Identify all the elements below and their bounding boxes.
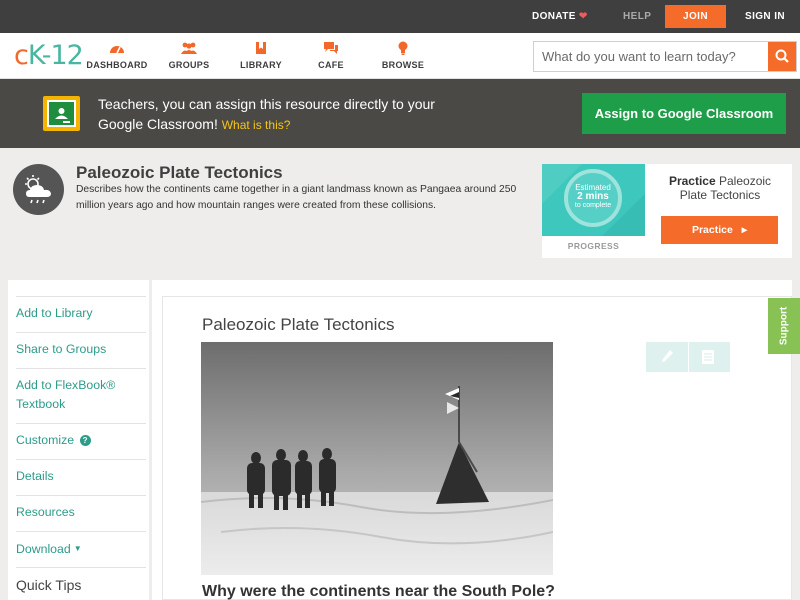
divider [16,459,146,460]
heart-icon: ❤ [578,11,588,22]
help-link[interactable]: HELP [623,0,651,33]
notes-icon[interactable] [701,349,715,370]
nav-cafe-label: CAFE [318,60,344,70]
sidebar-item-customize[interactable]: Customize ? [16,431,146,450]
divider [16,495,146,496]
banner-message: Teachers, you can assign this resource d… [98,94,458,135]
sidebar: Add to Library Share to Groups Add to Fl… [8,280,149,600]
browse-icon [398,41,408,55]
estimate-line2: 2 mins [577,191,609,202]
customize-label: Customize [16,433,75,447]
assign-to-google-classroom-button[interactable]: Assign to Google Classroom [582,93,786,134]
practice-card: Estimated 2 mins to complete PROGRESS Pr… [542,164,792,258]
donate-link[interactable]: DONATE ❤ [532,0,588,33]
divider [688,342,689,372]
sidebar-item-share-to-groups[interactable]: Share to Groups [16,340,146,359]
divider [16,332,146,333]
what-is-this-link[interactable]: What is this? [222,118,291,132]
progress-label: PROGRESS [567,241,620,251]
practice-name: Practice Paleozoic Plate Tectonics [654,174,786,202]
google-classroom-icon [43,96,80,131]
nav-groups[interactable]: GROUPS [154,41,224,70]
practice-name-bold: Practice [668,174,716,188]
cafe-icon [324,42,338,54]
article-title: Paleozoic Plate Tectonics [202,315,395,334]
nav-groups-label: GROUPS [168,60,210,70]
support-label: Support [778,306,790,346]
dashboard-icon [110,46,124,54]
sidebar-item-add-to-flexbook[interactable]: Add to FlexBook® Textbook [16,376,146,414]
weather-icon [13,164,64,215]
nav-browse-label: BROWSE [381,60,425,70]
join-button[interactable]: JOIN [665,5,726,28]
quick-tips-heading: Quick Tips [16,577,82,593]
download-label: Download [16,542,71,556]
search-icon [775,49,789,63]
practice-button-label: Practice [691,224,733,236]
estimate-line3: to complete [574,202,612,209]
nav-library-label: LIBRARY [240,60,282,70]
nav-cafe[interactable]: CAFE [296,41,366,70]
divider [16,531,146,532]
groups-icon [181,42,197,54]
support-tab[interactable]: Support [768,298,800,354]
sidebar-item-download[interactable]: Download ▼ [16,539,146,559]
practice-thumbnail: Estimated 2 mins to complete [542,164,645,236]
help-icon[interactable]: ? [79,435,91,446]
search-box [533,41,797,72]
practice-button[interactable]: Practice ▸ [661,216,778,244]
concept-description: Describes how the continents came togeth… [76,184,517,211]
ck12-logo[interactable]: cK-12 [14,41,84,71]
divider [16,423,146,424]
sidebar-item-details[interactable]: Details [16,467,146,486]
concept-title: Paleozoic Plate Tectonics [76,163,283,182]
sidebar-item-add-to-library[interactable]: Add to Library [16,304,146,323]
sign-in-link[interactable]: SIGN IN [745,0,785,33]
top-bar: DONATE ❤ HELP JOIN SIGN IN [0,0,800,33]
library-icon [256,42,266,54]
nav-dashboard-label: DASHBOARD [86,60,148,70]
chevron-right-icon: ▸ [741,224,748,236]
search-input[interactable] [534,42,768,71]
nav-dashboard[interactable]: DASHBOARD [82,41,152,70]
article-tools [646,342,730,372]
concept-header: Paleozoic Plate Tectonics Describes how … [0,148,800,280]
donate-label: DONATE [532,11,576,22]
question-heading: Why were the continents near the South P… [202,583,555,600]
caret-down-icon: ▼ [73,544,82,553]
divider [16,368,146,369]
divider [16,296,146,297]
main-nav: cK-12 DASHBOARD GROUPS LIBRARY CAFE BROW… [0,33,800,79]
nav-library[interactable]: LIBRARY [226,41,296,70]
sidebar-item-resources[interactable]: Resources [16,503,146,522]
south-pole-expedition-photo [201,342,553,575]
divider [16,567,146,568]
progress-ring: Estimated 2 mins to complete [564,169,622,227]
pencil-icon[interactable] [660,349,674,370]
nav-browse[interactable]: BROWSE [368,41,438,70]
search-button[interactable] [768,42,796,71]
